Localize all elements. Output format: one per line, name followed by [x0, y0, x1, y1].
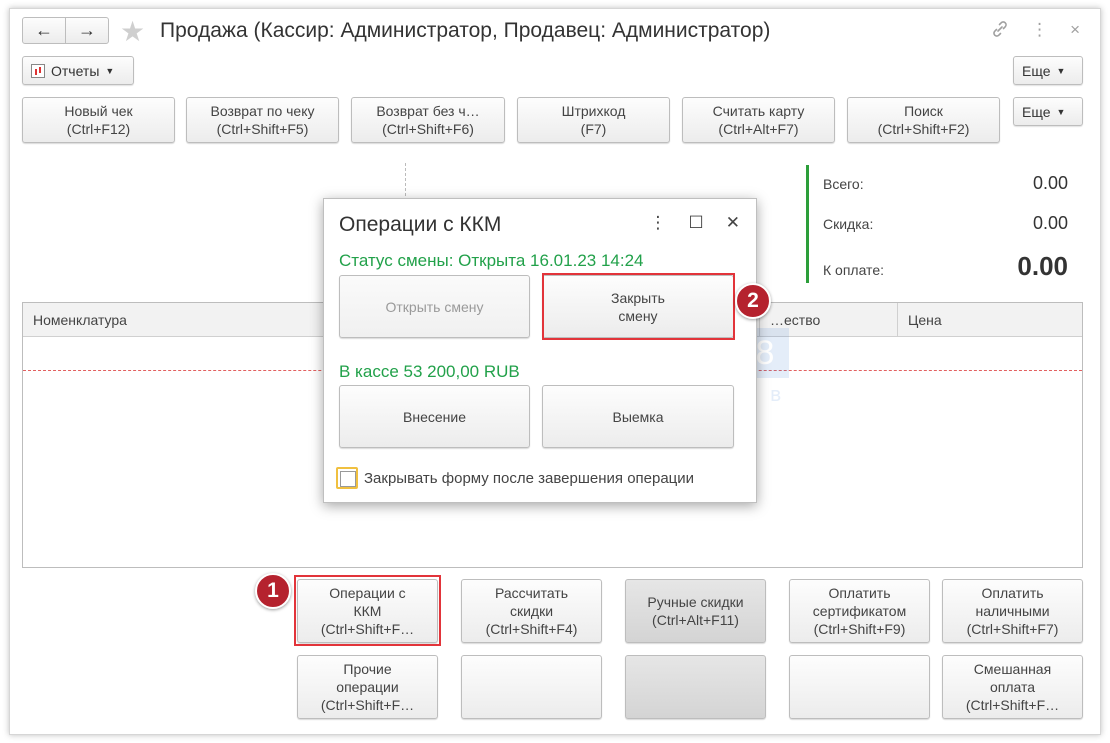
mixed-payment-button[interactable]: Смешанная оплата (Ctrl+Shift+F…: [942, 655, 1083, 719]
window-close-icon[interactable]: ×: [1070, 20, 1080, 43]
dialog-close-icon[interactable]: ✕: [726, 213, 740, 233]
barcode-button[interactable]: Штрихкод (F7): [517, 97, 670, 143]
column-header-price[interactable]: Цена: [897, 303, 1084, 337]
pay-label: К оплате:: [823, 262, 884, 278]
more-button-top[interactable]: Еще ▼: [1013, 56, 1083, 85]
link-icon[interactable]: [991, 20, 1009, 43]
discount-value: 0.00: [1032, 213, 1068, 233]
discount-label: Скидка:: [823, 216, 874, 232]
divider: [405, 163, 406, 201]
column-header-nomenclature[interactable]: Номенклатура: [23, 303, 323, 337]
pay-value: 0.00: [1017, 251, 1068, 281]
window-menu-icon[interactable]: ⋮: [1031, 20, 1048, 43]
withdrawal-button[interactable]: Выемка: [542, 385, 734, 448]
total-label: Всего:: [823, 176, 864, 192]
nav-buttons: ← →: [22, 17, 109, 44]
window-controls: ⋮ ×: [991, 20, 1080, 43]
totals-panel: Всего: 0.00 Скидка: 0.00 К оплате: 0.00: [806, 165, 1086, 283]
total-value: 0.00: [1032, 173, 1068, 193]
empty-button-3[interactable]: [789, 655, 930, 719]
return-without-receipt-button[interactable]: Возврат без ч… (Ctrl+Shift+F6): [351, 97, 505, 143]
kkm-operations-dialog: Операции с ККМ ⋮ ☐ ✕ Статус смены: Откры…: [323, 198, 757, 503]
open-shift-button[interactable]: Открыть смену: [339, 275, 530, 338]
reports-label: Отчеты: [51, 62, 100, 79]
chevron-down-icon: ▼: [105, 65, 115, 76]
close-form-option: Закрывать форму после завершения операци…: [336, 467, 694, 489]
deposit-button[interactable]: Внесение: [339, 385, 530, 448]
empty-button-2[interactable]: [625, 655, 766, 719]
cash-balance: В кассе 53 200,00 RUB: [339, 362, 520, 381]
highlight-kkm-operations: [294, 575, 441, 646]
back-arrow-icon[interactable]: ←: [23, 18, 65, 43]
pay-certificate-button[interactable]: Оплатить сертификатом (Ctrl+Shift+F9): [789, 579, 930, 643]
more-label: Еще: [1022, 62, 1051, 79]
pay-cash-button[interactable]: Оплатить наличными (Ctrl+Shift+F7): [942, 579, 1083, 643]
highlight-close-shift: [542, 273, 735, 340]
dialog-controls: ⋮ ☐ ✕: [650, 213, 741, 233]
close-form-label: Закрывать форму после завершения операци…: [364, 469, 695, 487]
more-button-actions[interactable]: Еще ▼: [1013, 97, 1083, 126]
search-button[interactable]: Поиск (Ctrl+Shift+F2): [847, 97, 1000, 143]
empty-button-1[interactable]: [461, 655, 602, 719]
calculate-discounts-button[interactable]: Рассчитать скидки (Ctrl+Shift+F4): [461, 579, 602, 643]
return-by-receipt-button[interactable]: Возврат по чеку (Ctrl+Shift+F5): [186, 97, 339, 143]
maximize-icon[interactable]: ☐: [689, 213, 704, 233]
favorite-star-icon[interactable]: ★: [120, 15, 145, 48]
report-icon: [31, 63, 45, 78]
forward-arrow-icon[interactable]: →: [65, 18, 108, 43]
chevron-down-icon: ▼: [1056, 65, 1066, 76]
read-card-button[interactable]: Считать карту (Ctrl+Alt+F7): [682, 97, 835, 143]
more-label: Еще: [1022, 103, 1051, 120]
shift-status: Статус смены: Открыта 16.01.23 14:24: [339, 251, 644, 270]
chevron-down-icon: ▼: [1056, 106, 1066, 117]
manual-discounts-button[interactable]: Ручные скидки (Ctrl+Alt+F11): [625, 579, 766, 643]
close-form-checkbox[interactable]: [336, 467, 358, 489]
page-title: Продажа (Кассир: Администратор, Продавец…: [160, 19, 771, 42]
other-operations-button[interactable]: Прочие операции (Ctrl+Shift+F…: [297, 655, 438, 719]
step-badge-2: 2: [735, 283, 771, 319]
dialog-menu-icon[interactable]: ⋮: [650, 213, 667, 233]
dialog-title: Операции с ККМ: [339, 213, 502, 236]
reports-button[interactable]: Отчеты ▼: [22, 56, 134, 85]
column-header-quantity[interactable]: …ество: [759, 303, 897, 337]
new-receipt-button[interactable]: Новый чек (Ctrl+F12): [22, 97, 175, 143]
step-badge-1: 1: [255, 573, 291, 609]
